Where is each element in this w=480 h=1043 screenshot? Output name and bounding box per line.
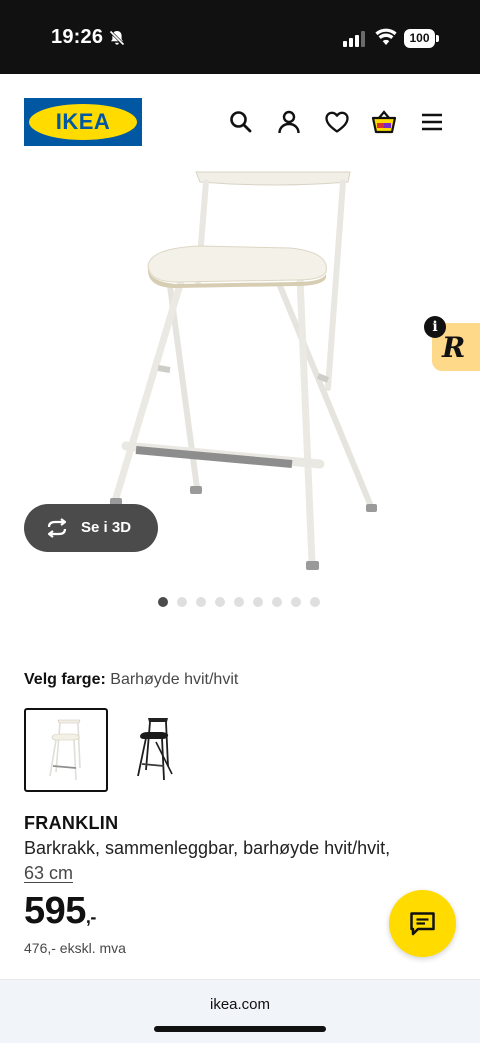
logo-text: IKEA [55, 109, 111, 134]
ikea-logo[interactable]: IKEA [24, 98, 142, 146]
wifi-icon [375, 28, 397, 45]
battery-level: 100 [404, 29, 435, 48]
gallery-dots [158, 597, 320, 607]
color-swatch-white[interactable] [24, 708, 108, 792]
gallery-dot-9[interactable] [310, 597, 320, 607]
price-excl-vat: 476,- ekskl. mva [24, 940, 126, 956]
white-stool-thumbnail [49, 719, 81, 781]
browser-address-bar[interactable]: ikea.com [0, 980, 480, 1043]
gallery-dot-7[interactable] [272, 597, 282, 607]
status-bar: 19:26 100 [0, 0, 480, 74]
battery-cap [436, 35, 439, 42]
bell-muted-icon [109, 30, 125, 46]
color-value: Barhøyde hvit/hvit [110, 671, 239, 688]
menu-icon[interactable] [419, 109, 445, 135]
color-selector-heading: Velg farge: Barhøyde hvit/hvit [24, 671, 238, 689]
price-amount: 595 [24, 890, 86, 932]
chat-icon [410, 912, 435, 936]
battery-indicator: 100 [404, 29, 439, 48]
site-header: IKEA [0, 74, 480, 168]
gallery-dot-1[interactable] [158, 597, 168, 607]
heart-icon[interactable] [324, 109, 350, 135]
product-description: Barkrakk, sammenleggbar, barhøyde hvit/h… [24, 838, 391, 858]
r-logo-icon: R [442, 331, 466, 364]
rotate-3d-icon [47, 518, 67, 538]
search-icon[interactable] [228, 109, 254, 135]
gallery-dot-2[interactable] [177, 597, 187, 607]
black-stool-thumbnail [137, 718, 173, 781]
account-icon[interactable] [276, 109, 302, 135]
color-label: Velg farge: [24, 671, 106, 688]
view-3d-button[interactable]: Se i 3D [24, 504, 158, 552]
gallery-dot-6[interactable] [253, 597, 263, 607]
price-suffix: ,- [85, 907, 97, 927]
gallery-dot-4[interactable] [215, 597, 225, 607]
color-swatch-black[interactable] [112, 708, 196, 792]
signal-icon [343, 31, 365, 47]
home-indicator[interactable] [154, 1026, 326, 1032]
basket-icon[interactable] [371, 109, 397, 135]
url-text[interactable]: ikea.com [0, 996, 480, 1013]
gallery-dot-5[interactable] [234, 597, 244, 607]
gallery-dot-8[interactable] [291, 597, 301, 607]
gallery-dot-3[interactable] [196, 597, 206, 607]
product-price: 595,- [24, 890, 96, 933]
info-icon[interactable]: i [424, 316, 446, 338]
view-3d-label: Se i 3D [81, 519, 132, 536]
product-name: FRANKLIN [24, 813, 119, 833]
status-time: 19:26 [51, 26, 104, 48]
product-size-link[interactable]: 63 cm [24, 861, 73, 885]
chat-button[interactable] [389, 890, 456, 957]
